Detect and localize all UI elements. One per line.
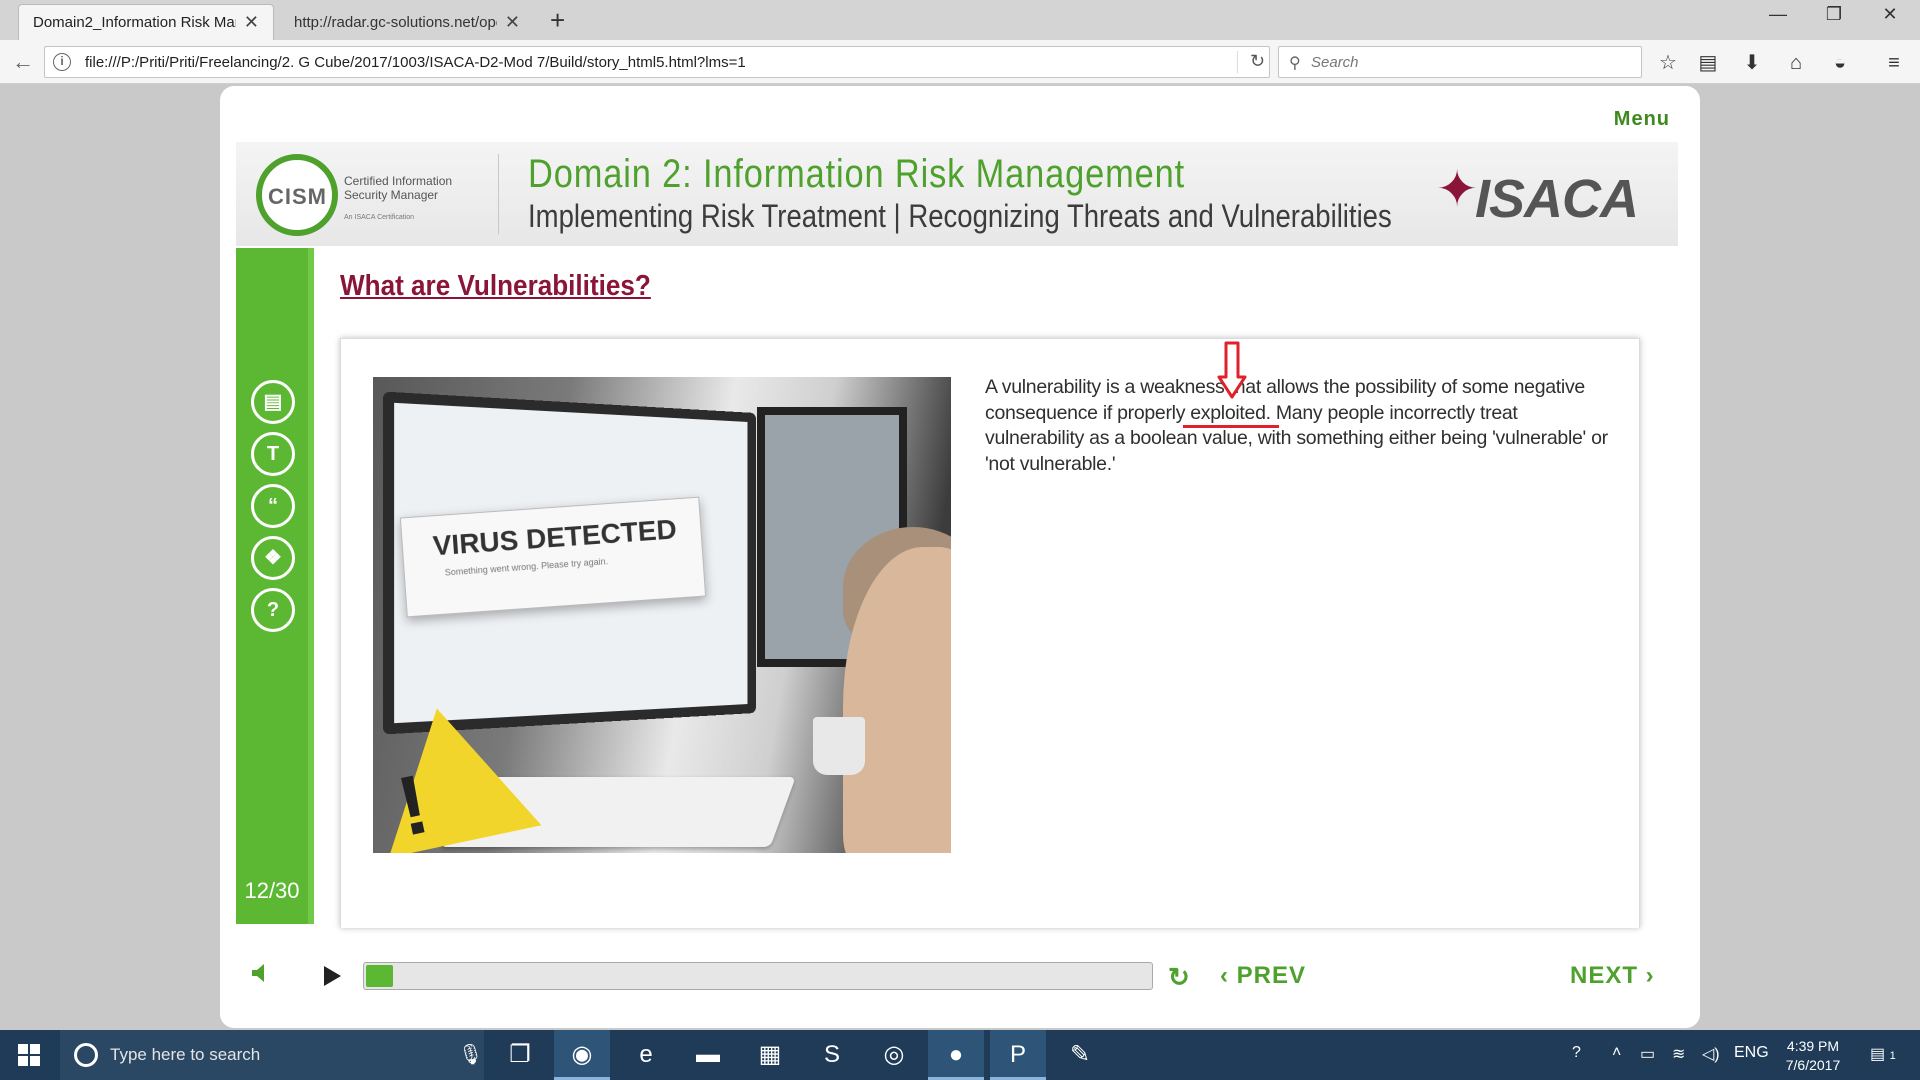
windows-taskbar: Type here to search 🎙 ❐ ◉ e ▬ ▦ S ◎ ● P … [0, 1030, 1920, 1080]
cortana-icon [74, 1043, 98, 1067]
virus-detected-image: VIRUS DETECTED Something went wrong. Ple… [373, 377, 951, 853]
edge-icon[interactable]: e [618, 1030, 674, 1080]
clock-time: 4:39 PM [1786, 1038, 1840, 1054]
hamburger-menu-icon[interactable]: ≡ [1880, 52, 1908, 74]
windows-start-icon[interactable] [18, 1044, 40, 1066]
cism-logo: CISM [256, 154, 338, 236]
notification-center-icon[interactable]: ▤ 1 [1870, 1044, 1896, 1064]
tab-title: http://radar.gc-solutions.net/ope [294, 13, 497, 31]
store-icon[interactable]: ▦ [742, 1030, 798, 1080]
search-placeholder: Search [1311, 54, 1359, 71]
pocket-icon[interactable]: ◒ [1826, 52, 1854, 74]
slide-heading: What are Vulnerabilities? [340, 270, 651, 302]
info-icon[interactable]: i [53, 53, 71, 71]
annotation-arrow-icon [1217, 341, 1247, 399]
course-player: Menu CISM Certified Information Security… [220, 86, 1700, 1028]
back-arrow-icon[interactable]: ← [12, 49, 34, 75]
cism-logo-text: CISM [268, 184, 327, 209]
download-icon[interactable]: ⬇ [1738, 52, 1766, 74]
orange-app-icon[interactable]: ● [928, 1030, 984, 1080]
browser-tab-strip: Domain2_Information Risk Mana ✕ http://r… [0, 0, 1920, 40]
annotation-underline [1183, 425, 1279, 428]
next-button[interactable]: NEXT › [1570, 962, 1655, 990]
play-button[interactable] [324, 966, 341, 986]
prev-label: PREV [1236, 962, 1307, 989]
powerpoint-icon[interactable]: P [990, 1030, 1046, 1080]
reading-list-icon[interactable]: ▤ [1694, 52, 1722, 74]
vulnerability-description: A vulnerability is a weakness that allow… [985, 376, 1608, 475]
taskbar-search-input[interactable]: Type here to search 🎙 [60, 1030, 484, 1080]
wifi-icon[interactable]: ≋ [1672, 1044, 1685, 1064]
tab-close-icon[interactable]: ✕ [244, 12, 259, 33]
slide-counter: 12/30 [244, 878, 300, 903]
tab-close-icon[interactable]: ✕ [505, 12, 520, 33]
menu-button[interactable]: Menu [1614, 108, 1670, 131]
new-tab-button[interactable]: + [550, 6, 565, 34]
tab-course[interactable]: Domain2_Information Risk Mana ✕ [18, 4, 274, 40]
module-subtitle: Implementing Risk Treatment | Recognizin… [528, 198, 1392, 234]
tab-radar[interactable]: http://radar.gc-solutions.net/ope ✕ [280, 4, 534, 40]
address-bar[interactable]: i file:///P:/Priti/Priti/Freelancing/2. … [44, 46, 1270, 78]
next-label: NEXT [1570, 962, 1639, 989]
isaca-logo: ISACA [1474, 169, 1639, 229]
notification-count: 1 [1889, 1050, 1896, 1062]
transcript-icon[interactable]: T [251, 432, 295, 476]
home-icon[interactable]: ⌂ [1782, 52, 1810, 74]
banner-divider [498, 154, 499, 234]
search-icon: ⚲ [1289, 55, 1301, 72]
system-clock[interactable]: 4:39 PM 7/6/2017 [1778, 1037, 1848, 1075]
firefox-icon[interactable]: ◉ [554, 1030, 610, 1080]
skype-icon[interactable]: S [804, 1030, 860, 1080]
chrome-icon[interactable]: ◎ [866, 1030, 922, 1080]
taskbar-search-placeholder: Type here to search [110, 1045, 261, 1064]
help-icon[interactable]: ? [251, 588, 295, 632]
url-text[interactable]: file:///P:/Priti/Priti/Freelancing/2. G … [85, 54, 746, 71]
virus-dialog: VIRUS DETECTED Something went wrong. Ple… [399, 496, 707, 618]
show-hidden-icons-icon[interactable]: ˄ [1612, 1044, 1621, 1062]
bookmark-star-icon[interactable]: ☆ [1654, 52, 1682, 74]
seek-bar-fill [366, 965, 394, 987]
paint-icon[interactable]: ✎ [1052, 1030, 1108, 1080]
replay-icon[interactable]: ↻ [1168, 962, 1190, 993]
window-close-icon[interactable]: ✕ [1870, 4, 1910, 25]
battery-icon[interactable]: ▭ [1640, 1044, 1655, 1064]
speaker-icon[interactable]: ◁) [1702, 1044, 1720, 1064]
prev-button[interactable]: ‹ PREV [1220, 962, 1306, 990]
restore-icon[interactable]: ❐ [1814, 4, 1854, 25]
notes-icon[interactable]: ▤ [251, 380, 295, 424]
search-input[interactable]: ⚲ Search [1278, 46, 1642, 78]
slide-content: VIRUS DETECTED Something went wrong. Ple… [340, 338, 1640, 928]
dialog-title: VIRUS DETECTED [431, 513, 678, 562]
seek-bar[interactable] [363, 962, 1153, 990]
quote-icon[interactable]: “ [251, 484, 295, 528]
course-sidebar: ▤ T “ ❖ ? 12/30 [236, 248, 314, 924]
task-view-icon[interactable]: ❐ [492, 1030, 548, 1080]
minimize-icon[interactable]: — [1758, 4, 1798, 25]
cism-tagline: Certified Information Security Manager [344, 174, 453, 202]
tab-title: Domain2_Information Risk Mana [33, 14, 236, 31]
domain-title: Domain 2: Information Risk Management [528, 152, 1186, 196]
course-banner: CISM Certified Information Security Mana… [236, 142, 1678, 246]
clock-date: 7/6/2017 [1785, 1057, 1841, 1073]
file-explorer-icon[interactable]: ▬ [680, 1030, 736, 1080]
help-tray-icon[interactable]: ? [1572, 1044, 1581, 1062]
resources-icon[interactable]: ❖ [251, 536, 295, 580]
language-indicator[interactable]: ENG [1734, 1044, 1769, 1062]
isaca-star-icon: ✦ [1436, 161, 1478, 217]
navigation-toolbar: ← i file:///P:/Priti/Priti/Freelancing/2… [0, 40, 1920, 84]
volume-icon[interactable] [250, 962, 272, 984]
microphone-icon[interactable]: 🎙 [458, 1042, 483, 1067]
cism-small-text: An ISACA Certification [344, 214, 415, 221]
reload-icon[interactable]: ↻ [1237, 51, 1265, 73]
